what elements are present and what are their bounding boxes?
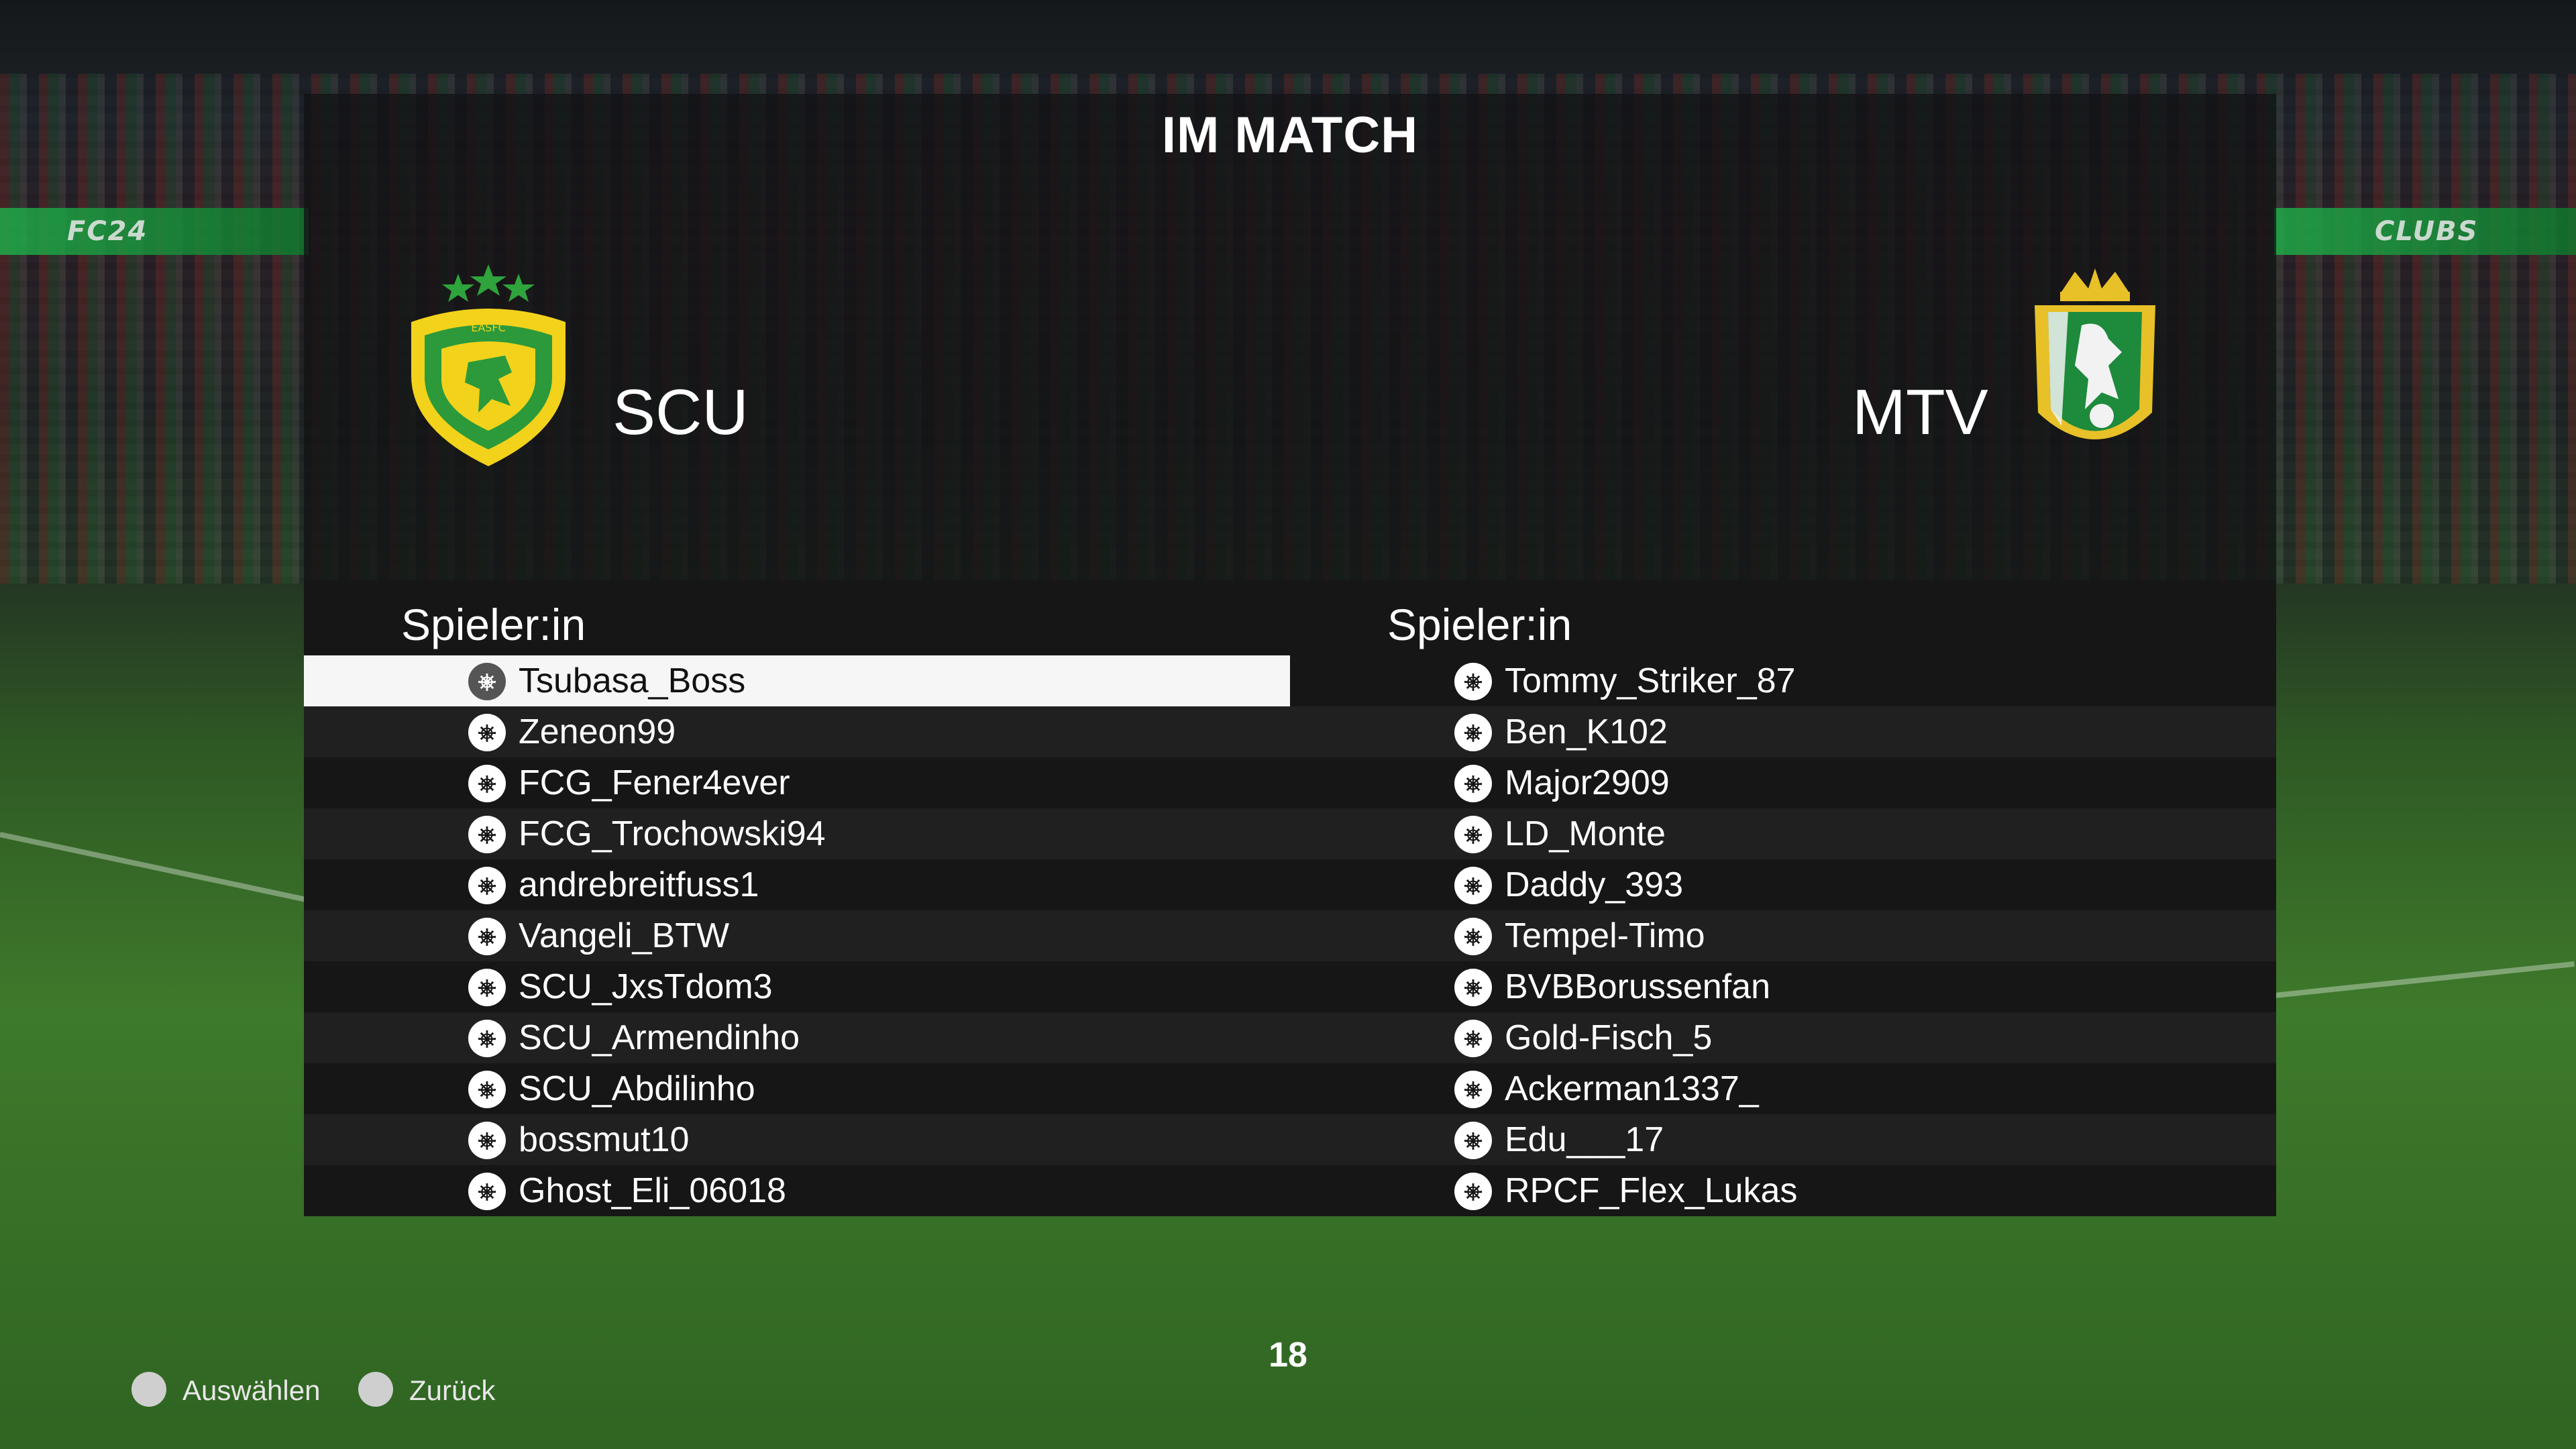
home-player-name: Vangeli_BTW xyxy=(519,916,730,955)
away-player-name: BVBBorussenfan xyxy=(1505,967,1771,1006)
home-player-row[interactable]: ⎈ Tsubasa_Boss xyxy=(304,655,1290,706)
back-label: Zurück xyxy=(409,1375,496,1406)
match-panel: IM MATCH EASFC SCU MTV Spieler:in Spiele… xyxy=(304,94,2276,1221)
playstation-icon: ⎈ xyxy=(1454,714,1492,751)
circle-button-icon xyxy=(358,1372,393,1407)
playstation-icon: ⎈ xyxy=(1454,816,1492,853)
home-player-row[interactable]: ⎈ SCU_Armendinho xyxy=(304,1012,1290,1063)
away-player-row[interactable]: ⎈ Tommy_Striker_87 xyxy=(1290,655,2276,706)
playstation-icon: ⎈ xyxy=(468,816,506,853)
home-player-name: Tsubasa_Boss xyxy=(519,661,746,700)
playstation-icon: ⎈ xyxy=(1454,1020,1492,1057)
away-player-name: Major2909 xyxy=(1505,763,1670,802)
home-player-row[interactable]: ⎈ FCG_Trochowski94 xyxy=(304,808,1290,859)
away-player-name: RPCF_Flex_Lukas xyxy=(1505,1171,1798,1210)
playstation-icon: ⎈ xyxy=(468,714,506,751)
page-title: IM MATCH xyxy=(1161,107,1419,164)
home-player-row[interactable]: ⎈ Vangeli_BTW xyxy=(304,910,1290,961)
away-player-name: LD_Monte xyxy=(1505,814,1666,853)
playstation-icon: ⎈ xyxy=(468,765,506,802)
playstation-icon: ⎈ xyxy=(468,1071,506,1108)
home-player-row[interactable]: ⎈ bossmut10 xyxy=(304,1114,1290,1165)
playstation-icon: ⎈ xyxy=(468,1122,506,1159)
away-player-name: Edu___17 xyxy=(1505,1120,1664,1159)
home-player-row[interactable]: ⎈ Zeneon99 xyxy=(304,706,1290,757)
match-header: IM MATCH EASFC SCU MTV xyxy=(304,94,2276,580)
away-player-row[interactable]: ⎈ Gold-Fisch_5 xyxy=(1290,1012,2276,1063)
cross-button-icon xyxy=(131,1372,166,1407)
away-player-row[interactable]: ⎈ Tempel-Timo xyxy=(1290,910,2276,961)
home-player-name: FCG_Trochowski94 xyxy=(519,814,826,853)
playstation-icon: ⎈ xyxy=(468,663,506,700)
away-player-name: Tommy_Striker_87 xyxy=(1505,661,1796,700)
playstation-icon: ⎈ xyxy=(1454,1071,1492,1108)
home-team-crest: EASFC xyxy=(411,264,566,466)
away-player-row[interactable]: ⎈ Major2909 xyxy=(1290,757,2276,808)
away-player-row[interactable]: ⎈ RPCF_Flex_Lukas xyxy=(1290,1165,2276,1216)
playstation-icon: ⎈ xyxy=(1454,1173,1492,1210)
home-player-name: SCU_JxsTdom3 xyxy=(519,967,773,1006)
playstation-icon: ⎈ xyxy=(468,918,506,955)
playstation-icon: ⎈ xyxy=(468,1173,506,1210)
home-player-row[interactable]: ⎈ SCU_Abdilinho xyxy=(304,1063,1290,1114)
away-player-name: Ackerman1337_ xyxy=(1505,1069,1759,1108)
home-player-row[interactable]: ⎈ SCU_JxsTdom3 xyxy=(304,961,1290,1012)
away-player-row[interactable]: ⎈ Ackerman1337_ xyxy=(1290,1063,2276,1114)
playstation-icon: ⎈ xyxy=(1454,867,1492,904)
away-team-name: MTV xyxy=(1852,376,1988,448)
playstation-icon: ⎈ xyxy=(468,969,506,1006)
playstation-icon: ⎈ xyxy=(1454,1122,1492,1159)
away-player-row[interactable]: ⎈ Daddy_393 xyxy=(1290,859,2276,910)
playstation-icon: ⎈ xyxy=(1454,663,1492,700)
ad-text-right: CLUBS xyxy=(2375,216,2479,247)
home-team-name: SCU xyxy=(612,376,749,448)
ad-text-left: FC24 xyxy=(67,216,148,247)
select-label: Auswählen xyxy=(182,1375,321,1406)
ad-board-left xyxy=(0,208,309,255)
away-player-name: Tempel-Timo xyxy=(1505,916,1705,955)
away-team-crest xyxy=(2035,268,2155,439)
away-player-row[interactable]: ⎈ Edu___17 xyxy=(1290,1114,2276,1165)
home-player-row[interactable]: ⎈ Ghost_Eli_06018 xyxy=(304,1165,1290,1216)
away-column-label: Spieler:in xyxy=(1387,600,1572,649)
away-player-list: ⎈ Tommy_Striker_87 ⎈ Ben_K102 ⎈ Major2909 ⎈ LD_… xyxy=(1290,655,2276,1216)
away-player-row[interactable]: ⎈ BVBBorussenfan xyxy=(1290,961,2276,1012)
home-player-name: FCG_Fener4ever xyxy=(519,763,790,802)
playstation-icon: ⎈ xyxy=(1454,969,1492,1006)
playstation-icon: ⎈ xyxy=(1454,918,1492,955)
crest-text: EASFC xyxy=(471,321,506,334)
home-player-name: SCU_Abdilinho xyxy=(519,1069,755,1108)
home-player-row[interactable]: ⎈ FCG_Fener4ever xyxy=(304,757,1290,808)
playstation-icon: ⎈ xyxy=(468,867,506,904)
home-column-label: Spieler:in xyxy=(401,600,586,649)
away-player-name: Daddy_393 xyxy=(1505,865,1683,904)
away-player-row[interactable]: ⎈ Ben_K102 xyxy=(1290,706,2276,757)
playstation-icon: ⎈ xyxy=(1454,765,1492,802)
home-player-list: ⎈ Tsubasa_Boss ⎈ Zeneon99 ⎈ FCG_Fener4ever ⎈ FC… xyxy=(304,655,1290,1216)
home-player-row[interactable]: ⎈ andrebreitfuss1 xyxy=(304,859,1290,910)
home-players-header: Spieler:in xyxy=(304,580,1290,655)
home-player-name: Ghost_Eli_06018 xyxy=(519,1171,786,1210)
playstation-icon: ⎈ xyxy=(468,1020,506,1057)
away-players-header: Spieler:in xyxy=(1290,580,2276,655)
home-player-name: SCU_Armendinho xyxy=(519,1018,800,1057)
home-player-name: bossmut10 xyxy=(519,1120,690,1159)
away-player-name: Ben_K102 xyxy=(1505,712,1668,751)
page-number: 18 xyxy=(1269,1336,1307,1375)
away-player-name: Gold-Fisch_5 xyxy=(1505,1018,1713,1057)
home-player-name: Zeneon99 xyxy=(519,712,676,751)
away-player-row[interactable]: ⎈ LD_Monte xyxy=(1290,808,2276,859)
home-player-name: andrebreitfuss1 xyxy=(519,865,759,904)
